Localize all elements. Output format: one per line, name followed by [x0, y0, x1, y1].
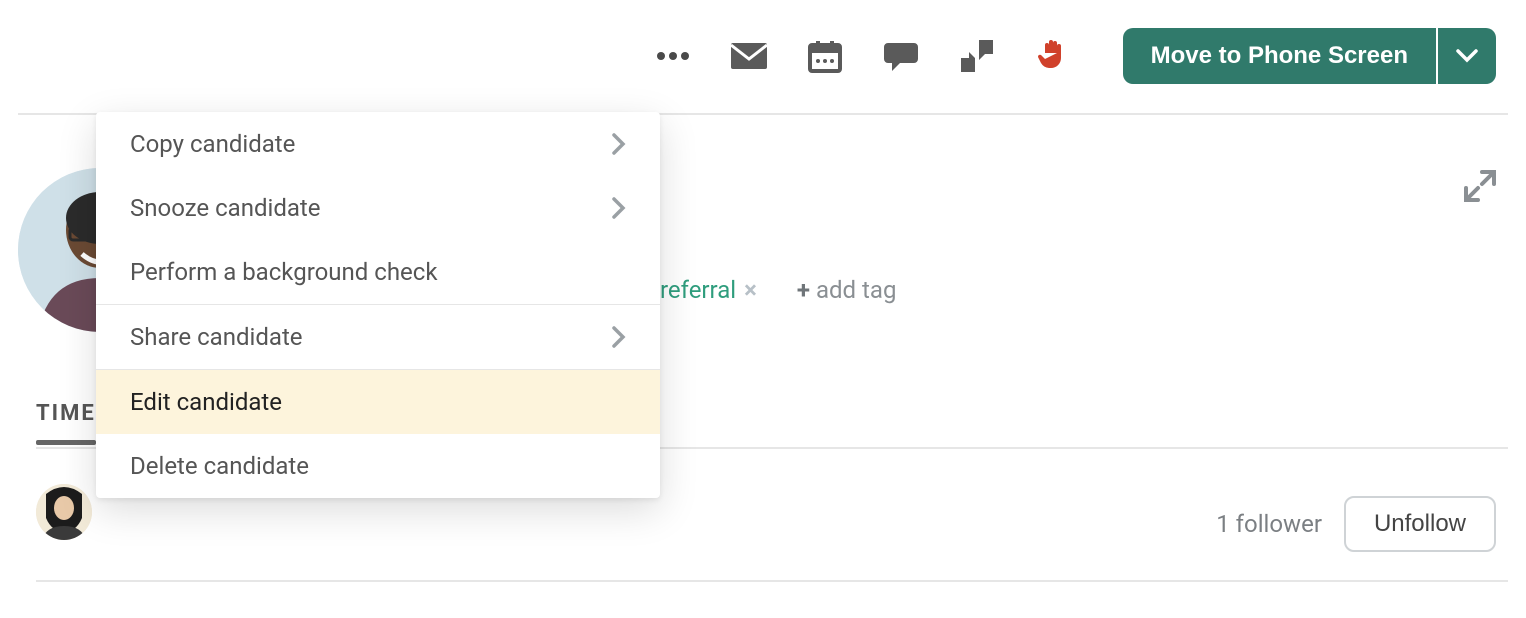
chevron-right-icon [612, 197, 626, 219]
comment-icon[interactable] [881, 36, 921, 76]
expand-icon[interactable] [1464, 170, 1496, 202]
add-tag-label: add tag [816, 276, 896, 304]
move-stage-button[interactable]: Move to Phone Screen [1123, 28, 1436, 84]
thumbs-icon[interactable] [957, 36, 997, 76]
move-stage-label: Move to Phone Screen [1151, 42, 1408, 70]
chevron-down-icon [1456, 49, 1478, 63]
menu-label: Share candidate [130, 323, 303, 351]
menu-label: Delete candidate [130, 452, 309, 480]
menu-label: Snooze candidate [130, 194, 321, 222]
more-icon[interactable] [653, 36, 693, 76]
unfollow-button[interactable]: Unfollow [1344, 496, 1496, 552]
move-stage-chevron-button[interactable] [1438, 28, 1496, 84]
candidate-actions-menu: Copy candidate Snooze candidate Perform … [96, 112, 660, 498]
hand-icon[interactable] [1033, 36, 1073, 76]
tab-timeline[interactable]: TIME [36, 401, 96, 426]
menu-delete-candidate[interactable]: Delete candidate [96, 434, 660, 498]
chevron-right-icon [612, 326, 626, 348]
toolbar: Move to Phone Screen [653, 28, 1496, 84]
menu-label: Perform a background check [130, 258, 438, 286]
calendar-icon[interactable] [805, 36, 845, 76]
plus-icon: + [797, 276, 810, 304]
menu-edit-candidate[interactable]: Edit candidate [96, 370, 660, 434]
add-tag-button[interactable]: + add tag [797, 276, 897, 304]
menu-background-check[interactable]: Perform a background check [96, 240, 660, 304]
divider [36, 580, 1508, 582]
menu-snooze-candidate[interactable]: Snooze candidate [96, 176, 660, 240]
tab-underline [36, 440, 96, 445]
mail-icon[interactable] [729, 36, 769, 76]
menu-share-candidate[interactable]: Share candidate [96, 305, 660, 369]
move-stage-group: Move to Phone Screen [1123, 28, 1496, 84]
menu-label: Edit candidate [130, 388, 282, 416]
follower-area: 1 follower Unfollow [1216, 496, 1496, 552]
tag-area: referral × + add tag [660, 276, 896, 304]
author-avatar [36, 484, 92, 540]
follower-count: 1 follower [1216, 510, 1322, 538]
remove-tag-icon[interactable]: × [744, 276, 757, 304]
tag-label: referral [660, 276, 736, 304]
menu-copy-candidate[interactable]: Copy candidate [96, 112, 660, 176]
menu-label: Copy candidate [130, 130, 295, 158]
tag-referral[interactable]: referral × [660, 276, 757, 304]
tab-timeline-label: TIME [36, 401, 96, 426]
unfollow-label: Unfollow [1374, 510, 1466, 537]
chevron-right-icon [612, 133, 626, 155]
